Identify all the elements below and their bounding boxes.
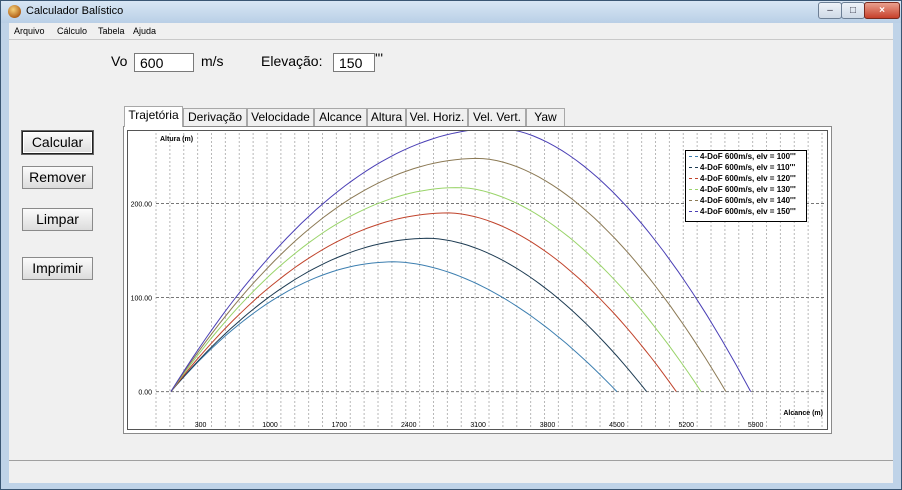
legend-item: 4-DoF 600m/s, elv = 100''': [686, 151, 806, 162]
menu-tabela[interactable]: Tabela: [98, 26, 125, 36]
x-tick-label: 2400: [401, 422, 417, 429]
legend-swatch: [689, 178, 698, 179]
main-panel: Vo m/s Elevação: ''' Calcular Remover Li…: [9, 39, 893, 460]
app-window: Calculador Balístico – □ × Arquivo Cálcu…: [0, 0, 902, 490]
vo-label: Vo: [111, 53, 128, 69]
legend-label: 4-DoF 600m/s, elv = 150''': [700, 207, 796, 216]
y-tick-label: 100.00: [131, 296, 153, 303]
menu-arquivo[interactable]: Arquivo: [14, 26, 45, 36]
legend-label: 4-DoF 600m/s, elv = 140''': [700, 196, 796, 205]
app-icon: [8, 5, 21, 18]
status-bar: [9, 460, 893, 483]
tab-velocidade[interactable]: Velocidade: [247, 108, 314, 126]
legend-label: 4-DoF 600m/s, elv = 130''': [700, 185, 796, 194]
window-title: Calculador Balístico: [26, 5, 124, 17]
legend-item: 4-DoF 600m/s, elv = 120''': [686, 173, 806, 184]
x-tick-label: 3800: [540, 422, 556, 429]
legend-label: 4-DoF 600m/s, elv = 100''': [700, 152, 796, 161]
x-tick-label: 1700: [332, 422, 348, 429]
remover-button[interactable]: Remover: [22, 166, 93, 189]
x-tick-label: 5200: [678, 422, 694, 429]
tab-panel: 0.00 100.00 200.00 300 1000 1700 2400 3100 3800 4…: [123, 126, 832, 434]
y-tick-label: 0.00: [138, 390, 152, 397]
elevation-input[interactable]: [333, 53, 375, 72]
y-axis-title: Altura (m): [160, 136, 193, 143]
calcular-button[interactable]: Calcular: [22, 131, 93, 154]
limpar-button[interactable]: Limpar: [22, 208, 93, 231]
x-tick-label: 5900: [748, 422, 764, 429]
title-bar[interactable]: Calculador Balístico – □ ×: [1, 1, 901, 23]
tab-derivacao[interactable]: Derivação: [183, 108, 247, 126]
trajectory-chart: 0.00 100.00 200.00 300 1000 1700 2400 3100 3800 4…: [127, 127, 828, 430]
elevation-label: Elevação:: [261, 53, 323, 69]
tab-altura[interactable]: Altura: [367, 108, 406, 126]
menu-ajuda[interactable]: Ajuda: [133, 26, 156, 36]
minimize-button[interactable]: –: [818, 2, 842, 19]
x-tick-label: 3100: [470, 422, 486, 429]
x-tick-label: 4500: [609, 422, 625, 429]
legend-label: 4-DoF 600m/s, elv = 110''': [700, 163, 796, 172]
series-line: [170, 237, 647, 392]
x-tick-label: 300: [195, 422, 207, 429]
elevation-unit: ''': [375, 50, 384, 66]
legend-label: 4-DoF 600m/s, elv = 120''': [700, 174, 796, 183]
series-line: [170, 261, 618, 392]
legend-item: 4-DoF 600m/s, elv = 130''': [686, 184, 806, 195]
legend-swatch: [689, 156, 698, 157]
vo-unit: m/s: [201, 53, 224, 69]
tab-vel-vert[interactable]: Vel. Vert.: [468, 108, 526, 126]
legend-swatch: [689, 167, 698, 168]
x-axis-title: Alcance (m): [783, 410, 823, 417]
legend-item: 4-DoF 600m/s, elv = 140''': [686, 195, 806, 206]
menu-bar: Arquivo Cálculo Tabela Ajuda: [9, 23, 893, 39]
legend-swatch: [689, 200, 698, 201]
x-tick-label: 1000: [262, 422, 278, 429]
maximize-button[interactable]: □: [841, 2, 865, 19]
imprimir-button[interactable]: Imprimir: [22, 257, 93, 280]
tab-trajetoria[interactable]: Trajetória: [124, 106, 183, 127]
legend-swatch: [689, 211, 698, 212]
vo-input[interactable]: [134, 53, 194, 72]
legend-item: 4-DoF 600m/s, elv = 150''': [686, 206, 806, 217]
tab-vel-horiz[interactable]: Vel. Horiz.: [406, 108, 468, 126]
legend-item: 4-DoF 600m/s, elv = 110''': [686, 162, 806, 173]
y-tick-label: 200.00: [131, 202, 153, 209]
close-button[interactable]: ×: [864, 2, 900, 19]
menu-calculo[interactable]: Cálculo: [57, 26, 87, 36]
chart-legend: 4-DoF 600m/s, elv = 100''' 4-DoF 600m/s, …: [685, 150, 807, 222]
legend-swatch: [689, 189, 698, 190]
tab-alcance[interactable]: Alcance: [314, 108, 367, 126]
tab-yaw[interactable]: Yaw: [526, 108, 565, 126]
